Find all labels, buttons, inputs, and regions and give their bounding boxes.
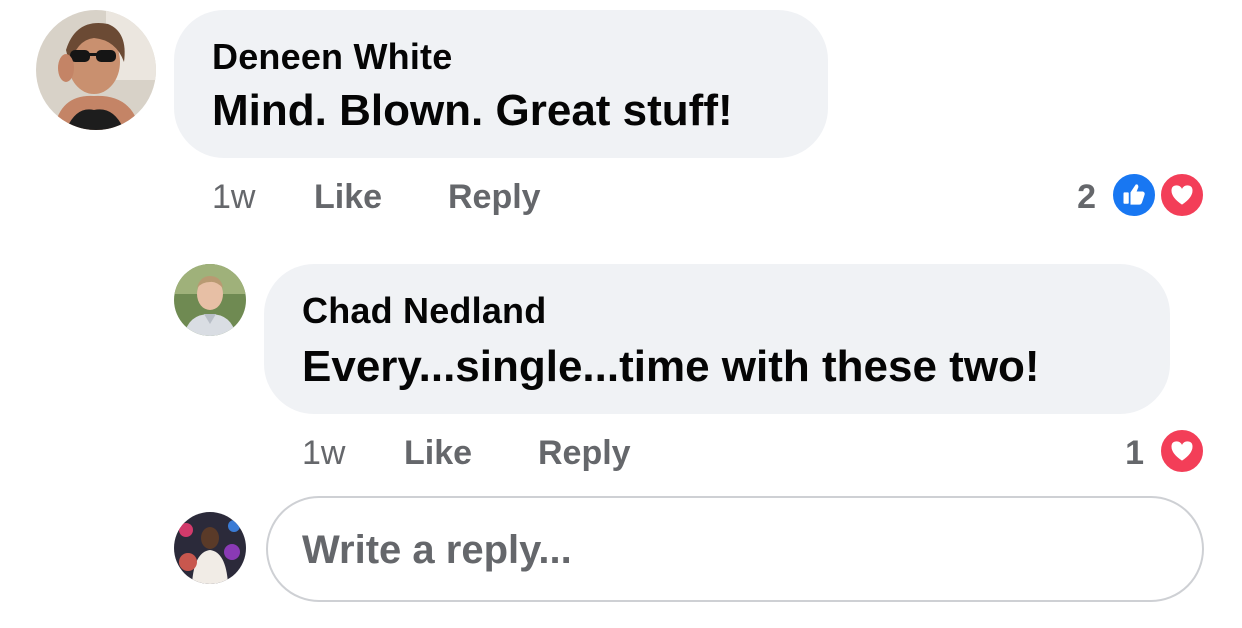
avatar-chad-nedland[interactable] <box>174 264 246 336</box>
like-icon[interactable] <box>1110 171 1158 219</box>
comment-bubble[interactable]: Deneen White Mind. Blown. Great stuff! <box>174 10 828 158</box>
reply-composer[interactable] <box>266 496 1204 602</box>
comment-text: Every...single...time with these two! <box>302 342 1040 391</box>
reply-input[interactable] <box>302 520 1162 580</box>
avatar-deneen-white[interactable] <box>36 10 156 130</box>
current-user-avatar[interactable] <box>174 512 246 584</box>
thumbs-up-glyph <box>1123 184 1145 205</box>
love-icon[interactable] <box>1158 171 1206 219</box>
reaction-count[interactable]: 1 <box>1104 434 1144 473</box>
comment-thread: Deneen White Mind. Blown. Great stuff! 1… <box>0 0 1242 628</box>
love-icon[interactable] <box>1158 427 1206 475</box>
comment-text: Mind. Blown. Great stuff! <box>212 86 733 135</box>
like-button[interactable]: Like <box>314 178 382 217</box>
comment-author[interactable]: Chad Nedland <box>302 290 546 332</box>
like-button[interactable]: Like <box>404 434 472 473</box>
avatar-photo <box>174 264 246 336</box>
reply-button[interactable]: Reply <box>448 178 541 217</box>
avatar-photo <box>36 10 156 130</box>
reply-button[interactable]: Reply <box>538 434 631 473</box>
reaction-count[interactable]: 2 <box>1050 178 1096 217</box>
avatar-photo <box>174 512 246 584</box>
comment-author[interactable]: Deneen White <box>212 36 452 78</box>
heart-glyph <box>1171 185 1193 205</box>
heart-glyph <box>1171 441 1193 461</box>
comment-bubble[interactable]: Chad Nedland Every...single...time with … <box>264 264 1170 414</box>
comment-timestamp[interactable]: 1w <box>212 178 255 217</box>
comment-timestamp[interactable]: 1w <box>302 434 345 473</box>
